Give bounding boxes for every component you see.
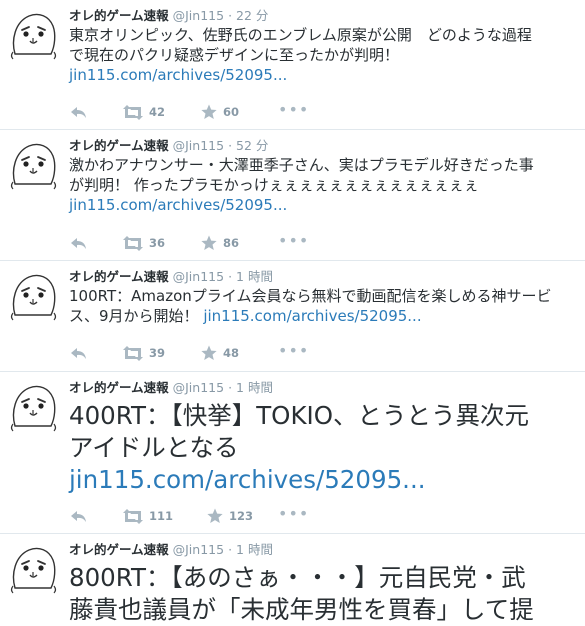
author-name[interactable]: オレ的ゲーム速報 — [69, 269, 169, 284]
tweet-text-line: 800RT：【あのさぁ・・・】元自民党・武 — [69, 563, 526, 592]
tweet-link[interactable]: jin115.com/archives/52095... — [69, 196, 287, 214]
favorite-button[interactable]: 48 — [201, 345, 239, 361]
author-name[interactable]: オレ的ゲーム速報 — [69, 138, 169, 153]
star-icon — [207, 508, 223, 523]
retweet-count: 111 — [149, 509, 174, 523]
tweet-text-line: ス、9月から開始！ — [69, 307, 204, 325]
reply-button[interactable] — [69, 508, 87, 524]
separator-dot: · — [228, 269, 233, 284]
reply-arrow-icon — [71, 348, 86, 359]
tweet-text-line: 400RT：【快挙】TOKIO、とうとう異次元 — [69, 401, 530, 430]
tweet-link[interactable]: jin115.com/archives/52095... — [69, 66, 287, 84]
tweet-link[interactable]: jin115.com/archives/52095... — [69, 465, 426, 494]
retweet-button[interactable]: 39 — [121, 345, 165, 361]
face-avatar-icon[interactable] — [9, 271, 59, 321]
tweet-header: オレ的ゲーム速報 @Jin115 · 1 時間 — [69, 542, 579, 558]
tweet-text: 激かわアナウンサー・大澤亜季子さん、実はプラモデル好きだった事 が判明！ 作った… — [69, 155, 579, 215]
author-handle[interactable]: @Jin115 — [173, 138, 224, 153]
author-handle[interactable]: @Jin115 — [173, 8, 224, 23]
author-name[interactable]: オレ的ゲーム速報 — [69, 542, 169, 557]
face-avatar-icon[interactable] — [9, 140, 59, 190]
favorite-count: 48 — [223, 346, 240, 360]
retweet-count: 39 — [149, 346, 166, 360]
tweet[interactable]: オレ的ゲーム速報 @Jin115 · 22 分 東京オリンピック、佐野氏のエンブ… — [0, 0, 585, 130]
star-icon — [201, 235, 217, 250]
tweet-text-line: が判明！ 作ったプラモかっけぇぇぇぇぇぇぇぇぇぇぇぇぇぇ — [69, 176, 479, 194]
author-handle[interactable]: @Jin115 — [173, 380, 224, 395]
reply-arrow-icon — [71, 107, 86, 118]
tweet[interactable]: オレ的ゲーム速報 @Jin115 · 52 分 激かわアナウンサー・大澤亜季子さ… — [0, 130, 585, 261]
tweet-text-line: で現在のパクリ疑惑デザインに至ったかが判明！ — [69, 46, 400, 64]
author-name[interactable]: オレ的ゲーム速報 — [69, 8, 169, 23]
favorite-button[interactable]: 123 — [207, 508, 253, 524]
tweet-link[interactable]: jin115.com/archives/52095... — [203, 307, 421, 325]
tweet-actions: 36 86 ••• — [69, 233, 369, 251]
tweet-text: 東京オリンピック、佐野氏のエンブレム原案が公開 どのような過程 で現在のパクリ疑… — [69, 25, 579, 85]
author-handle[interactable]: @Jin115 — [173, 542, 224, 557]
tweet-timestamp[interactable]: 52 分 — [236, 138, 268, 153]
retweet-icon — [123, 346, 143, 361]
star-icon — [201, 104, 217, 119]
tweet-text: 400RT：【快挙】TOKIO、とうとう異次元 アイドルとなる jin115.c… — [69, 400, 579, 496]
retweet-count: 36 — [149, 236, 166, 250]
reply-button[interactable] — [69, 235, 87, 251]
tweet-actions: 42 60 ••• — [69, 102, 369, 120]
tweet-header: オレ的ゲーム速報 @Jin115 · 1 時間 — [69, 380, 579, 396]
separator-dot: · — [228, 542, 233, 557]
tweet-timestamp[interactable]: 22 分 — [236, 8, 268, 23]
more-dots-icon[interactable]: ••• — [278, 506, 309, 522]
retweet-icon — [123, 509, 143, 524]
reply-button[interactable] — [69, 345, 87, 361]
tweet-text-line: アイドルとなる — [69, 433, 239, 462]
favorite-button[interactable]: 86 — [201, 235, 239, 251]
favorite-count: 60 — [223, 105, 240, 119]
retweet-icon — [123, 105, 143, 120]
tweet-actions: 39 48 ••• — [69, 343, 369, 361]
tweet-timestamp[interactable]: 1 時間 — [236, 542, 273, 557]
separator-dot: · — [228, 380, 233, 395]
tweet-timestamp[interactable]: 1 時間 — [236, 380, 273, 395]
tweet-text: 800RT：【あのさぁ・・・】元自民党・武 藤貴也議員が「未成年男性を買春」して… — [69, 562, 579, 626]
more-dots-icon[interactable]: ••• — [278, 233, 309, 249]
favorite-count: 123 — [229, 509, 254, 523]
tweet[interactable]: オレ的ゲーム速報 @Jin115 · 1 時間 800RT：【あのさぁ・・・】元… — [0, 534, 585, 624]
tweet-text-line: 藤貴也議員が「未成年男性を買春」して提 — [69, 595, 534, 624]
tweet-text: 100RT：Amazonプライム会員なら無料で動画配信を楽しめる神サービ ス、9… — [69, 286, 579, 326]
retweet-count: 42 — [149, 105, 166, 119]
more-dots-icon[interactable]: ••• — [278, 343, 309, 359]
tweet-timestamp[interactable]: 1 時間 — [236, 269, 273, 284]
tweet-actions: 111 123 ••• — [69, 506, 369, 524]
author-handle[interactable]: @Jin115 — [173, 269, 224, 284]
retweet-button[interactable]: 42 — [121, 104, 165, 120]
tweet-header: オレ的ゲーム速報 @Jin115 · 22 分 — [69, 8, 579, 24]
tweet-header: オレ的ゲーム速報 @Jin115 · 1 時間 — [69, 269, 579, 285]
separator-dot: · — [228, 8, 233, 23]
favorite-count: 86 — [223, 236, 240, 250]
retweet-button[interactable]: 36 — [121, 235, 165, 251]
tweet-text-line: 東京オリンピック、佐野氏のエンブレム原案が公開 どのような過程 — [69, 26, 532, 44]
separator-dot: · — [228, 138, 233, 153]
tweet-text-line: 激かわアナウンサー・大澤亜季子さん、実はプラモデル好きだった事 — [69, 156, 534, 174]
tweet-text-line: 100RT：Amazonプライム会員なら無料で動画配信を楽しめる神サービ — [69, 287, 552, 305]
face-avatar-icon[interactable] — [9, 382, 59, 432]
tweet[interactable]: オレ的ゲーム速報 @Jin115 · 1 時間 100RT：Amazonプライム… — [0, 261, 585, 372]
retweet-icon — [123, 236, 143, 251]
more-dots-icon[interactable]: ••• — [278, 102, 309, 118]
reply-arrow-icon — [71, 238, 86, 249]
star-icon — [201, 345, 217, 360]
author-name[interactable]: オレ的ゲーム速報 — [69, 380, 169, 395]
tweet[interactable]: オレ的ゲーム速報 @Jin115 · 1 時間 400RT：【快挙】TOKIO、… — [0, 372, 585, 534]
reply-arrow-icon — [71, 511, 86, 522]
reply-button[interactable] — [69, 104, 87, 120]
face-avatar-icon[interactable] — [9, 544, 59, 594]
retweet-button[interactable]: 111 — [121, 508, 173, 524]
face-avatar-icon[interactable] — [9, 10, 59, 60]
tweet-header: オレ的ゲーム速報 @Jin115 · 52 分 — [69, 138, 579, 154]
favorite-button[interactable]: 60 — [201, 104, 239, 120]
